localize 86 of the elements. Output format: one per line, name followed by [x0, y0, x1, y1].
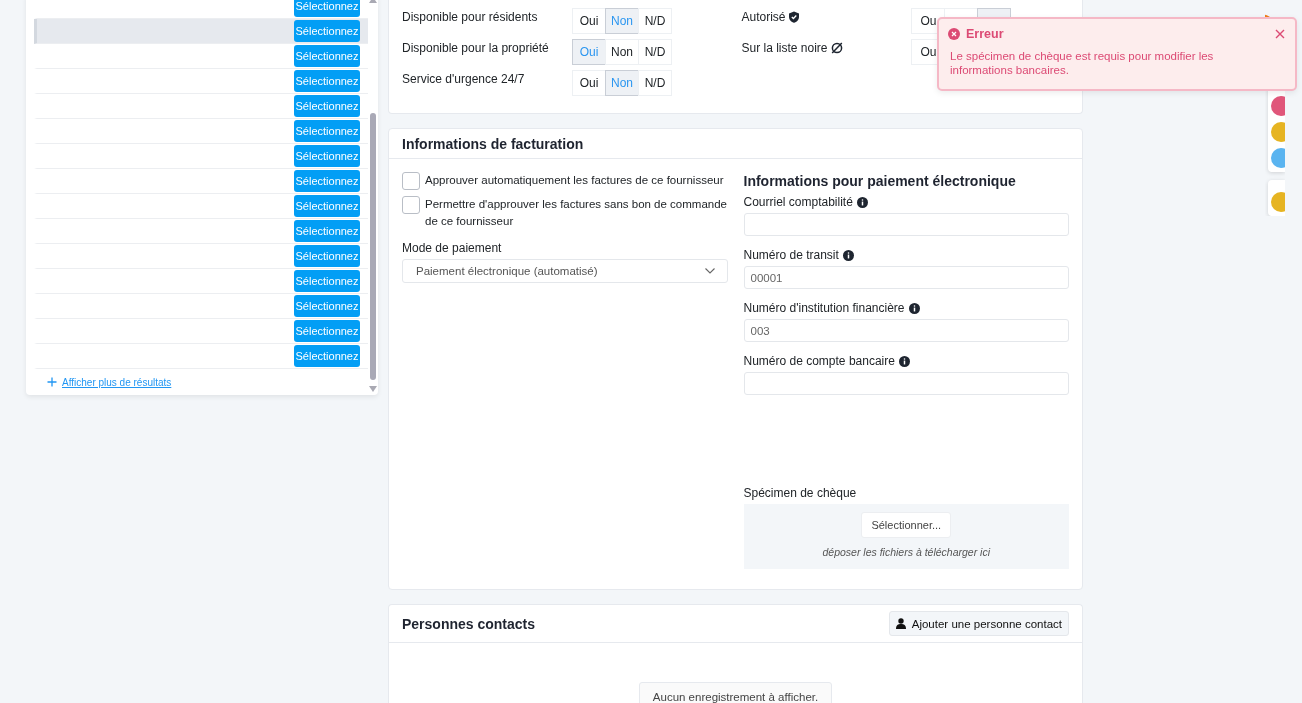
result-row[interactable]: Sélectionnez — [34, 144, 368, 169]
field-label: Courriel comptabilité — [743, 195, 853, 209]
select-button[interactable]: Sélectionnez — [294, 20, 360, 42]
toggle-option[interactable]: Non — [605, 8, 639, 34]
info-icon — [842, 249, 854, 261]
toggle-option[interactable]: N/D — [638, 70, 672, 96]
card-title: Personnes contacts — [402, 615, 536, 632]
field-label: Service d'urgence 24/7 — [402, 72, 525, 86]
select-button[interactable]: Sélectionnez — [294, 170, 360, 192]
result-row[interactable]: Sélectionnez — [34, 194, 368, 219]
checkbox[interactable] — [402, 196, 420, 214]
info-icon — [908, 302, 920, 314]
person-icon — [895, 618, 906, 629]
input-field[interactable]: 003 — [743, 319, 1069, 342]
file-drop-zone[interactable]: Sélectionner... déposer les fichiers à télécharger ici — [743, 504, 1069, 569]
field-label: Numéro de transit — [743, 248, 839, 262]
toggle-option[interactable]: N/D — [638, 8, 672, 34]
field-label: Mode de paiement — [402, 241, 503, 255]
result-row[interactable]: Sélectionnez — [34, 94, 368, 119]
select-button[interactable]: Sélectionnez — [294, 0, 360, 17]
scrollbar-thumb[interactable] — [370, 113, 376, 380]
payment-mode-select[interactable]: Paiement électronique (automatisé) — [402, 259, 728, 283]
result-row[interactable]: Sélectionnez — [34, 119, 368, 144]
error-icon — [948, 28, 960, 40]
field-label: Sur la liste noire — [741, 41, 828, 55]
select-file-button[interactable]: Sélectionner... — [861, 512, 952, 538]
info-icon — [856, 196, 868, 208]
toggle-option[interactable]: Oui — [572, 70, 606, 96]
toggle-option[interactable]: Non — [605, 39, 639, 65]
badge-dot[interactable] — [1271, 96, 1285, 116]
toast-title: Erreur — [966, 27, 1005, 41]
empty-message: Aucun enregistrement à afficher. — [638, 682, 833, 703]
input-field[interactable] — [743, 372, 1069, 395]
select-button[interactable]: Sélectionnez — [294, 70, 360, 92]
select-button[interactable]: Sélectionnez — [294, 195, 360, 217]
select-button[interactable]: Sélectionnez — [294, 320, 360, 342]
toggle-option[interactable]: Oui — [572, 8, 606, 34]
more-results-link[interactable]: Afficher plus de résultats — [62, 376, 172, 388]
checkbox-label: Approuver automatiquement les factures de ce fournisseur — [425, 173, 724, 188]
select-button[interactable]: Sélectionnez — [294, 295, 360, 317]
shield-icon — [788, 11, 801, 23]
select-button[interactable]: Sélectionnez — [294, 270, 360, 292]
badge-dot[interactable] — [1271, 148, 1285, 168]
card-title: Informations de facturation — [402, 135, 584, 152]
toggle-option[interactable]: Oui — [572, 39, 606, 65]
result-row[interactable]: Sélectionnez — [34, 44, 368, 69]
result-row[interactable]: Sélectionnez — [34, 269, 368, 294]
field-label: Disponible pour résidents — [402, 10, 538, 24]
badge-dot[interactable] — [1271, 122, 1285, 142]
close-icon[interactable] — [1275, 29, 1285, 39]
select-button[interactable]: Sélectionnez — [294, 220, 360, 242]
field-label: Disponible pour la propriété — [402, 41, 549, 55]
toast-message: Le spécimen de chèque est requis pour modifier les informations bancaires. — [949, 49, 1215, 77]
input-field[interactable]: 00001 — [743, 266, 1069, 289]
select-button[interactable]: Sélectionnez — [294, 95, 360, 117]
section-title: Informations pour paiement électronique — [743, 173, 1017, 189]
select-button[interactable]: Sélectionnez — [294, 45, 360, 67]
checkbox-label: Permettre d'approuver les factures sans bon de commande de ce fournisseur — [425, 197, 728, 229]
result-row[interactable]: Sélectionnez — [34, 319, 368, 344]
drop-hint: déposer les fichiers à télécharger ici — [822, 546, 990, 558]
result-row[interactable]: Sélectionnez — [34, 344, 368, 369]
field-label: Numéro de compte bancaire — [743, 354, 895, 368]
chevron-down-icon — [704, 268, 715, 274]
result-row[interactable]: Sélectionnez — [34, 244, 368, 269]
field-label: Autorisé — [741, 10, 786, 24]
scroll-down-icon — [369, 386, 377, 392]
info-icon — [898, 355, 910, 367]
add-contact-button[interactable]: Ajouter une personne contact — [888, 611, 1069, 636]
select-button[interactable]: Sélectionnez — [294, 145, 360, 167]
toggle-option[interactable]: Non — [605, 70, 639, 96]
input-field[interactable] — [743, 213, 1069, 236]
result-row[interactable]: Sélectionnez — [34, 69, 368, 94]
select-button[interactable]: Sélectionnez — [294, 345, 360, 367]
select-button[interactable]: Sélectionnez — [294, 245, 360, 267]
field-label: Numéro d'institution financière — [743, 301, 905, 315]
field-label: Spécimen de chèque — [743, 486, 858, 500]
select-button[interactable]: Sélectionnez — [294, 120, 360, 142]
result-row[interactable]: Sélectionnez — [34, 219, 368, 244]
badge-dot[interactable] — [1271, 192, 1285, 212]
result-row[interactable]: Sélectionnez — [34, 169, 368, 194]
result-row[interactable]: Sélectionnez — [34, 19, 368, 44]
toggle-option[interactable]: N/D — [638, 39, 672, 65]
plus-icon — [47, 377, 57, 387]
empty-set-icon — [830, 42, 843, 54]
checkbox[interactable] — [402, 172, 420, 190]
result-row[interactable]: Sélectionnez — [34, 294, 368, 319]
